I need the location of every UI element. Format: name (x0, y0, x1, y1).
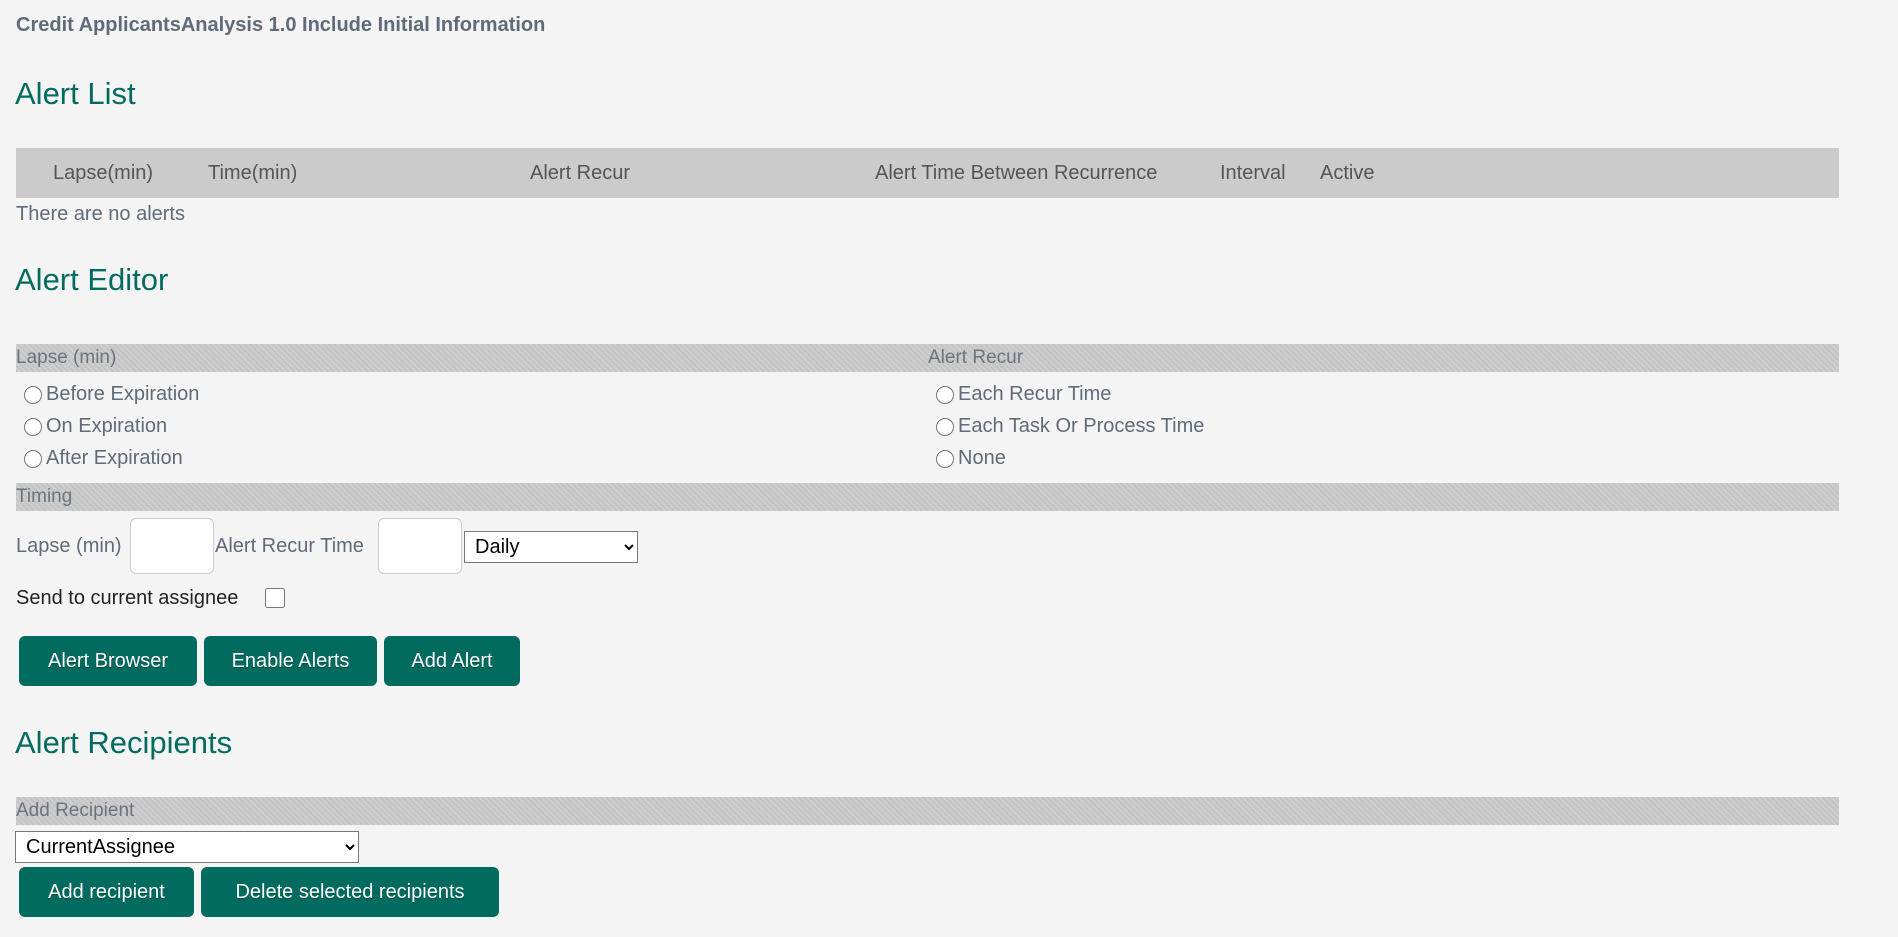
empty-alerts-message: There are no alerts (16, 203, 185, 225)
send-to-assignee-label: Send to current assignee (16, 587, 239, 609)
alert-browser-button[interactable]: Alert Browser (19, 636, 197, 686)
alert-recipients-heading: Alert Recipients (15, 725, 233, 760)
alert-list-heading: Alert List (15, 76, 136, 111)
column-header-time: Time(min) (208, 162, 298, 184)
app-title: Credit ApplicantsAnalysis 1.0 Include In… (16, 14, 546, 36)
column-header-interval: Interval (1220, 162, 1286, 184)
radio-each-recur-time[interactable]: Each Recur Time (936, 383, 1111, 406)
column-header-active: Active (1320, 162, 1375, 184)
timing-section-bar: Timing (16, 483, 1839, 511)
radio-input[interactable] (24, 449, 42, 468)
timing-section-label: Timing (16, 486, 73, 507)
radio-label: Each Task Or Process Time (958, 415, 1205, 437)
add-recipient-label: Add Recipient (16, 800, 135, 821)
radio-input[interactable] (24, 385, 42, 404)
add-recipient-button[interactable]: Add recipient (19, 867, 194, 917)
column-header-lapse: Lapse(min) (53, 162, 154, 184)
column-header-time-between-recurrence: Alert Time Between Recurrence (875, 162, 1158, 184)
recipient-select[interactable]: CurrentAssignee (15, 831, 359, 863)
lapse-section-label: Lapse (min) (16, 347, 117, 368)
radio-input[interactable] (936, 385, 954, 404)
add-alert-button[interactable]: Add Alert (384, 636, 520, 686)
recur-section-label: Alert Recur (928, 347, 1024, 368)
radio-none[interactable]: None (936, 447, 1006, 470)
recur-time-input[interactable] (378, 518, 462, 574)
column-header-alert-recur: Alert Recur (530, 162, 631, 184)
send-to-assignee-checkbox[interactable] (265, 588, 285, 608)
radio-label: Each Recur Time (958, 383, 1112, 405)
radio-each-task-or-process-time[interactable]: Each Task Or Process Time (936, 415, 1204, 438)
alert-editor-heading: Alert Editor (15, 262, 169, 297)
alert-list-table-header: Lapse(min) Time(min) Alert Recur Alert T… (16, 148, 1839, 198)
enable-alerts-button[interactable]: Enable Alerts (204, 636, 377, 686)
radio-label: None (958, 447, 1006, 469)
frequency-select[interactable]: Daily (464, 531, 638, 563)
radio-after-expiration[interactable]: After Expiration (24, 447, 183, 470)
lapse-input[interactable] (130, 518, 214, 574)
radio-input[interactable] (24, 417, 42, 436)
recur-time-label: Alert Recur Time (215, 535, 364, 557)
radio-label: Before Expiration (46, 383, 200, 405)
add-recipient-bar: Add Recipient (16, 797, 1839, 825)
radio-before-expiration[interactable]: Before Expiration (24, 383, 199, 406)
lapse-input-label: Lapse (min) (16, 535, 122, 557)
radio-on-expiration[interactable]: On Expiration (24, 415, 167, 438)
radio-input[interactable] (936, 449, 954, 468)
radio-label: After Expiration (46, 447, 183, 469)
radio-label: On Expiration (46, 415, 168, 437)
lapse-section-bar: Lapse (min) Alert Recur (16, 344, 1839, 372)
radio-input[interactable] (936, 417, 954, 436)
delete-selected-recipients-button[interactable]: Delete selected recipients (201, 867, 499, 917)
